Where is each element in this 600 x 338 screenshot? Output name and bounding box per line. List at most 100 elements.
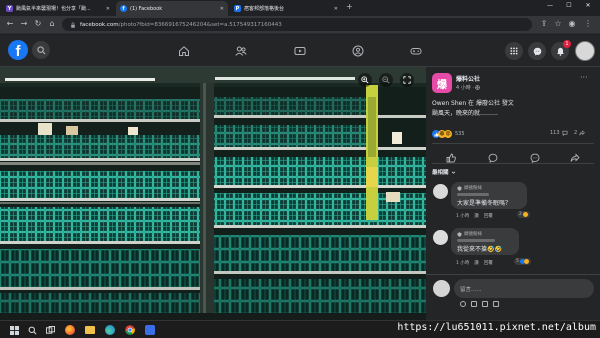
top-fan-badge-icon xyxy=(457,185,462,191)
tab-close-icon[interactable]: ✕ xyxy=(334,6,338,12)
chrome-taskbar-icon[interactable] xyxy=(124,324,136,336)
comment-sort-dropdown[interactable]: 最相關 xyxy=(432,168,456,176)
nav-home-button[interactable] xyxy=(177,44,191,58)
home-nav-icon xyxy=(179,46,189,56)
comment-like-link[interactable]: 讚 xyxy=(474,260,479,266)
zoom-in-button[interactable] xyxy=(358,73,372,87)
nav-watch-button[interactable] xyxy=(293,44,307,58)
profile-icon[interactable]: ◉ xyxy=(566,19,578,28)
sort-label: 最相關 xyxy=(432,170,449,176)
fb-search-button[interactable] xyxy=(32,41,50,59)
edge-taskbar-icon[interactable] xyxy=(104,324,116,336)
camera-icon[interactable] xyxy=(471,301,477,307)
page-name[interactable]: 爆料公社 xyxy=(456,74,480,83)
comment-text: 大家是準備冬眠嗎？ xyxy=(457,200,512,207)
comment-input-placeholder: 留言...... xyxy=(460,286,482,293)
comment-button[interactable] xyxy=(488,148,498,167)
browser-menu-icon[interactable]: ⋮ xyxy=(582,19,594,28)
comment-like-link[interactable]: 讚 xyxy=(474,213,479,219)
comment-input[interactable]: 留言...... xyxy=(454,279,594,298)
facebook-logo-icon[interactable]: f xyxy=(8,40,28,60)
new-tab-icon[interactable]: + xyxy=(346,2,353,11)
app-taskbar-icon[interactable] xyxy=(144,324,156,336)
post-time[interactable]: 4 小時 · xyxy=(456,84,474,91)
share-button[interactable] xyxy=(570,148,580,167)
tab-title: 颱風氣半來襲現場！也分享「颱... xyxy=(16,6,91,12)
minimize-icon[interactable]: — xyxy=(544,2,556,9)
account-avatar[interactable] xyxy=(575,41,595,61)
comment-reaction-count[interactable]: 5 xyxy=(514,258,531,265)
search-icon xyxy=(36,45,45,54)
emoji-icon[interactable] xyxy=(460,301,466,307)
groups-icon xyxy=(352,45,364,57)
address-bar[interactable]: facebook.com/photo?fbid=836691675246204&… xyxy=(62,18,532,31)
browser-tab-facebook[interactable]: f (1) Facebook ✕ xyxy=(116,1,228,16)
reload-icon[interactable]: ↻ xyxy=(32,19,44,28)
back-arrow-icon[interactable]: ← xyxy=(4,19,16,28)
comment-time[interactable]: 1 小時 xyxy=(456,213,469,219)
tab-close-icon[interactable]: ✕ xyxy=(220,6,224,12)
share-count-link[interactable]: 2 xyxy=(574,130,585,136)
browser-tab-pixnet[interactable]: P 痞客邦部落格後台 ✕ xyxy=(230,1,342,16)
divider xyxy=(432,143,594,144)
window-close-icon[interactable]: ✕ xyxy=(582,2,594,9)
pixnet-favicon-icon: P xyxy=(234,5,241,12)
current-user-avatar[interactable] xyxy=(433,280,450,297)
forward-arrow-icon[interactable]: → xyxy=(18,19,30,28)
empty-supermarket-shelves-photo xyxy=(0,67,426,320)
zoom-out-button[interactable] xyxy=(379,73,393,87)
browser-tab-typhoon[interactable]: Y 颱風氣半來襲現場！也分享「颱... ✕ xyxy=(2,1,114,16)
reactions-summary[interactable]: 😆 😮 535 xyxy=(432,130,465,138)
sticker-icon[interactable] xyxy=(493,301,499,307)
share-count: 2 xyxy=(574,130,578,136)
nav-friends-button[interactable] xyxy=(234,44,248,58)
comment-reply-link[interactable]: 回覆 xyxy=(484,260,493,266)
nav-groups-button[interactable] xyxy=(351,44,365,58)
gif-icon[interactable] xyxy=(482,301,488,307)
messenger-button[interactable] xyxy=(528,42,546,60)
comment-reply-link[interactable]: 回覆 xyxy=(484,213,493,219)
share-page-icon[interactable]: ⇪ xyxy=(538,19,550,28)
like-icon xyxy=(446,153,456,163)
lock-icon xyxy=(71,21,75,28)
facebook-top-nav: f 1 xyxy=(0,35,600,67)
maximize-icon[interactable]: ☐ xyxy=(563,2,575,9)
comment-count: 113 xyxy=(550,130,560,136)
file-explorer-taskbar-icon[interactable] xyxy=(84,324,96,336)
fullscreen-button[interactable] xyxy=(400,73,414,87)
like-button[interactable] xyxy=(446,148,456,167)
tab-close-icon[interactable]: ✕ xyxy=(106,6,110,12)
firefox-taskbar-icon[interactable] xyxy=(64,324,76,336)
menu-grid-button[interactable] xyxy=(505,42,523,60)
windows-start-icon[interactable] xyxy=(8,324,20,336)
comment-reaction-count[interactable]: 2 xyxy=(517,211,530,218)
yahoo-favicon-icon: Y xyxy=(6,5,13,12)
comment-count-link[interactable]: 113 xyxy=(550,130,568,136)
post-photo[interactable] xyxy=(0,67,426,320)
bell-icon xyxy=(556,47,564,56)
task-view-icon[interactable] xyxy=(44,324,56,336)
messenger-icon xyxy=(533,47,541,55)
url-text: facebook.com/photo?fbid=836691675246204&… xyxy=(80,21,282,28)
comment-count-icon xyxy=(562,130,567,136)
commenter-avatar[interactable] xyxy=(433,230,448,245)
nav-gaming-button[interactable] xyxy=(409,44,423,58)
send-button[interactable] xyxy=(530,148,540,167)
home-icon[interactable]: ⌂ xyxy=(46,19,58,28)
haha-reaction-icon xyxy=(523,259,529,264)
comment-icon xyxy=(488,153,498,163)
comment-time[interactable]: 1 小時 xyxy=(456,260,469,266)
reaction-count: 535 xyxy=(455,131,465,137)
browser-toolbar: ← → ↻ ⌂ facebook.com/photo?fbid=83669167… xyxy=(0,16,600,34)
top-fan-badge: 頭號粉絲 xyxy=(457,185,521,191)
menu-grid-icon xyxy=(510,47,518,55)
comment-text: 我從來不搶🤣🤣 xyxy=(457,246,502,253)
taskbar-search-icon[interactable] xyxy=(26,324,38,336)
bookmark-star-icon[interactable]: ☆ xyxy=(552,19,564,28)
post-more-icon[interactable]: ··· xyxy=(580,73,588,82)
commenter-avatar[interactable] xyxy=(433,184,448,199)
zoom-in-icon xyxy=(361,76,369,84)
video-icon xyxy=(294,47,306,55)
page-avatar[interactable]: 爆 xyxy=(432,73,452,93)
friends-icon xyxy=(235,46,247,56)
